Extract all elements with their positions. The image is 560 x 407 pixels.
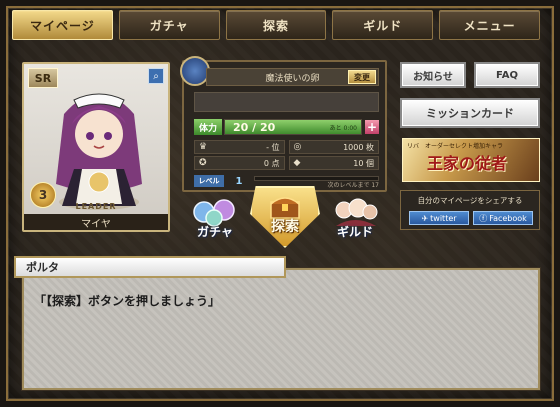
notice-button[interactable]: お知らせ bbox=[400, 62, 466, 88]
share-panel: 自分のマイページをシェアする ✈ twitter ⓕ Facebook bbox=[400, 190, 540, 230]
gold-value: 1000 枚 bbox=[343, 142, 374, 152]
player-title-row: 魔法使いの卵 変更 bbox=[206, 68, 379, 86]
player-title: 魔法使いの卵 bbox=[265, 73, 320, 84]
character-portrait bbox=[56, 93, 142, 210]
twitter-icon: ✈ bbox=[421, 213, 429, 223]
share-caption: 自分のマイページをシェアする bbox=[417, 196, 523, 205]
gacha-label: ガチャ bbox=[197, 225, 233, 239]
rank-value: - 位 bbox=[266, 142, 280, 152]
gem-icon: ◆ bbox=[293, 158, 301, 168]
nav-tansaku[interactable]: 探索 bbox=[225, 10, 327, 40]
recover-stamina-button[interactable]: + bbox=[365, 120, 379, 134]
mission-card-button[interactable]: ミッションカード bbox=[400, 98, 540, 128]
tansaku-label: 探索 bbox=[271, 219, 299, 235]
magnifier-icon[interactable]: ⌕ bbox=[148, 68, 164, 84]
stat-grid: ♛ - 位 ◎ 1000 枚 ✪ 0 点 ◆ 10 個 bbox=[194, 140, 379, 170]
guild-button[interactable]: ギルド bbox=[326, 196, 384, 240]
items-stat: ◆ 10 個 bbox=[288, 156, 379, 170]
facebook-share-button[interactable]: ⓕ Facebook bbox=[473, 211, 533, 225]
gold-stat: ◎ 1000 枚 bbox=[288, 140, 379, 154]
stamina-row: 体力 20 / 20 あと 0:00 + bbox=[194, 118, 379, 136]
gacha-button[interactable]: ガチャ bbox=[186, 196, 244, 240]
twitter-label: twitter bbox=[430, 213, 457, 223]
rarity-badge: SR bbox=[28, 68, 58, 88]
stamina-bar: 20 / 20 あと 0:00 bbox=[224, 119, 362, 135]
medal-icon: ✪ bbox=[199, 158, 207, 168]
change-title-button[interactable]: 変更 bbox=[348, 70, 376, 84]
leader-label: LEADER bbox=[75, 202, 117, 211]
facebook-icon: ⓕ bbox=[479, 213, 488, 223]
points-value: 0 点 bbox=[263, 158, 280, 168]
rank-stat: ♛ - 位 bbox=[194, 140, 285, 154]
faq-button[interactable]: FAQ bbox=[474, 62, 540, 88]
banner-title: 王家の従者 bbox=[427, 154, 508, 173]
tansaku-button[interactable]: 探索 bbox=[250, 186, 320, 248]
exp-remaining: 次のレベルまで 17 bbox=[327, 182, 379, 189]
dialog-message: 「【探索】ボタンを押しましょう」 bbox=[34, 294, 221, 308]
player-status-panel: 魔法使いの卵 変更 体力 20 / 20 あと 0:00 + ♛ - 位 ◎ 1… bbox=[180, 56, 387, 192]
stamina-recovery-time: あと 0:00 bbox=[329, 125, 357, 132]
leader-character-card[interactable]: SR ⌕ 3 LEADER マイヤ bbox=[22, 62, 170, 232]
twitter-share-button[interactable]: ✈ twitter bbox=[409, 211, 469, 225]
nav-guild[interactable]: ギルド bbox=[332, 10, 434, 40]
items-value: 10 個 bbox=[353, 158, 374, 168]
dialog-box[interactable] bbox=[22, 268, 540, 390]
level-value: 1 bbox=[235, 175, 243, 187]
comment-box[interactable] bbox=[194, 92, 379, 112]
level-label: レベル bbox=[194, 175, 224, 187]
guild-label: ギルド bbox=[336, 225, 373, 239]
banner-subtitle: リバ オーダーセレクト増加キャラ bbox=[407, 143, 504, 150]
ranking-icon: ♛ bbox=[199, 142, 208, 152]
event-banner[interactable]: リバ オーダーセレクト増加キャラ 王家の従者 bbox=[402, 138, 540, 182]
stamina-value: 20 / 20 bbox=[233, 121, 276, 134]
character-name: マイヤ bbox=[24, 214, 168, 230]
stamina-label: 体力 bbox=[194, 119, 222, 135]
nav-gacha[interactable]: ガチャ bbox=[118, 10, 220, 40]
top-navigation: マイページ ガチャ 探索 ギルド メニュー bbox=[12, 10, 540, 42]
points-stat: ✪ 0 点 bbox=[194, 156, 285, 170]
nav-mypage[interactable]: マイページ bbox=[12, 10, 113, 40]
coin-icon: ◎ bbox=[293, 142, 302, 152]
speaker-nameplate: ポルタ bbox=[14, 256, 286, 278]
nav-menu[interactable]: メニュー bbox=[439, 10, 540, 40]
facebook-label: Facebook bbox=[489, 213, 527, 223]
